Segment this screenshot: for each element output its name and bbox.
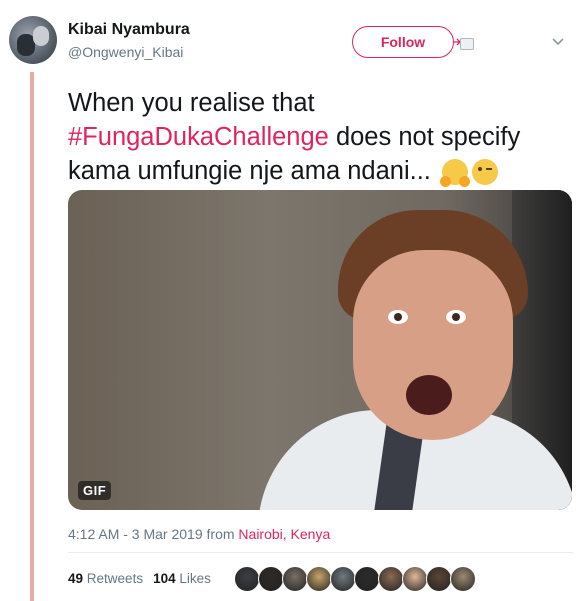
likes-label: Likes <box>179 571 211 586</box>
gif-badge: GIF <box>78 481 112 500</box>
person-mouth <box>406 375 452 415</box>
chevron-down-icon[interactable] <box>552 38 564 46</box>
author-handle[interactable]: @Ongwenyi_Kibai <box>68 44 183 60</box>
tweet-from: from <box>202 526 239 542</box>
liker-avatar[interactable] <box>306 566 332 592</box>
liker-avatar[interactable] <box>426 566 452 592</box>
tweet-text: When you realise that #FungaDukaChalleng… <box>68 86 573 188</box>
liker-avatar[interactable] <box>402 566 428 592</box>
likes-count: 104 <box>153 571 176 586</box>
person-eye-right <box>446 310 466 324</box>
liker-avatar[interactable] <box>450 566 476 592</box>
retweets-count: 49 <box>68 571 84 586</box>
liker-avatar[interactable] <box>282 566 308 592</box>
hashtag-link[interactable]: #FungaDukaChallenge <box>68 123 329 151</box>
tweet-meta: 4:12 AM - 3 Mar 2019 from Nairobi, Kenya <box>68 526 330 542</box>
liker-avatar[interactable] <box>234 566 260 592</box>
dm-icon[interactable] <box>460 38 474 50</box>
liker-avatar[interactable] <box>378 566 404 592</box>
follow-button[interactable]: Follow <box>352 26 454 58</box>
liker-avatar[interactable] <box>258 566 284 592</box>
gif-media[interactable]: GIF <box>68 190 572 510</box>
avatar[interactable] <box>9 16 57 64</box>
retweets-stat[interactable]: 49 Retweets <box>68 571 143 586</box>
tweet-stats: 49 Retweets 104 Likes <box>68 571 211 586</box>
location-link[interactable]: Nairobi, Kenya <box>238 526 330 542</box>
divider <box>68 552 573 553</box>
liker-avatar[interactable] <box>354 566 380 592</box>
tweet-time[interactable]: 4:12 AM - 3 Mar 2019 <box>68 526 203 542</box>
likes-stat[interactable]: 104 Likes <box>153 571 211 586</box>
person-eye-left <box>388 310 408 324</box>
tweet-text-before: When you realise that <box>68 89 315 117</box>
winking-face-icon <box>471 159 498 186</box>
hugging-face-icon <box>439 159 470 188</box>
avatar-figure-2 <box>33 26 49 46</box>
thread-line <box>30 72 34 601</box>
retweets-label: Retweets <box>86 571 144 586</box>
author-name[interactable]: Kibai Nyambura <box>68 21 190 39</box>
liker-avatar[interactable] <box>330 566 356 592</box>
